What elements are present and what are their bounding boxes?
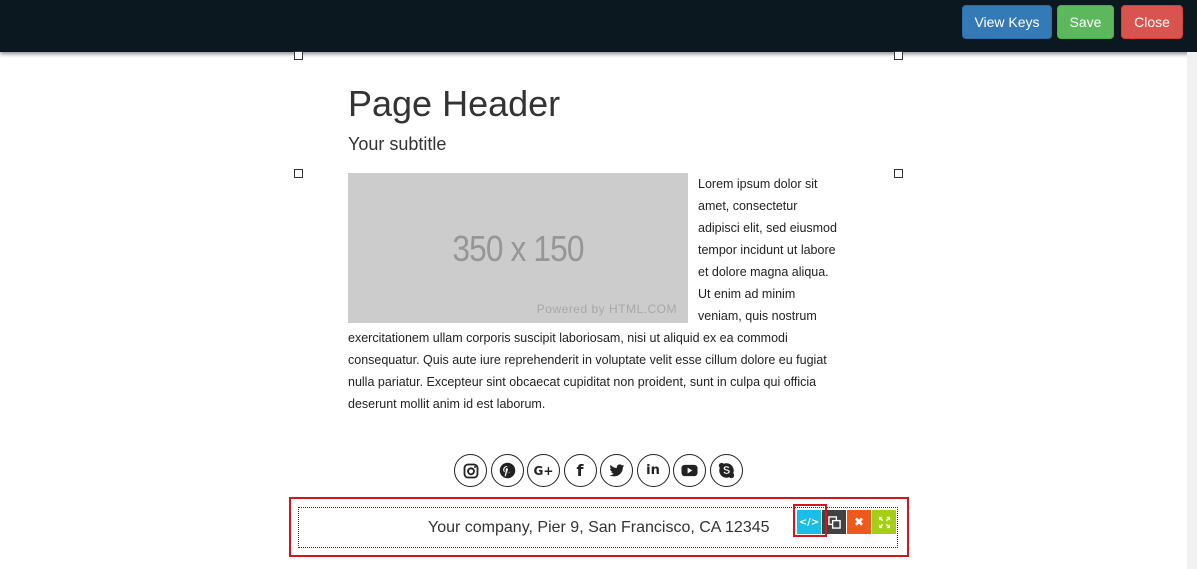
body-text-full: exercitationem ullam corporis suscipit l… bbox=[348, 327, 848, 415]
body-line: consequatur. Quis aute iure reprehenderi… bbox=[348, 353, 827, 367]
resize-handle-top-right[interactable] bbox=[894, 51, 903, 60]
skype-icon[interactable] bbox=[709, 454, 743, 487]
pinterest-icon[interactable] bbox=[490, 454, 524, 487]
delete-icon[interactable]: ✖ bbox=[847, 510, 871, 534]
body-text-side: Lorem ipsum dolor sit amet, consectetur … bbox=[698, 173, 848, 327]
page-title: Page Header bbox=[348, 83, 561, 124]
save-button[interactable]: Save bbox=[1057, 5, 1114, 39]
placeholder-powered-by: Powered by HTML.COM bbox=[536, 302, 677, 316]
body-line: Ut enim ad minim bbox=[698, 287, 796, 301]
close-button[interactable]: Close bbox=[1121, 5, 1183, 39]
youtube-icon[interactable] bbox=[673, 454, 706, 487]
placeholder-image: 350 x 150 Powered by HTML.COM bbox=[348, 173, 688, 323]
body-line: exercitationem ullam corporis suscipit l… bbox=[348, 331, 788, 345]
code-tool-highlight bbox=[793, 504, 827, 537]
body-line: veniam, quis nostrum bbox=[698, 309, 817, 323]
body-line: amet, consectetur bbox=[698, 199, 798, 213]
body-line: deserunt mollit anim id est laborum. bbox=[348, 397, 546, 411]
twitter-icon[interactable] bbox=[600, 454, 633, 487]
linkedin-icon[interactable]: in bbox=[636, 454, 670, 487]
resize-handle-top-left[interactable] bbox=[294, 51, 303, 60]
body-line: Lorem ipsum dolor sit bbox=[698, 177, 818, 191]
placeholder-size-label: 350 x 150 bbox=[452, 228, 584, 269]
facebook-icon[interactable]: f bbox=[563, 454, 597, 487]
editor-toolbar: View Keys Save Close bbox=[0, 0, 1197, 52]
body-line: adipisci elit, sed eiusmod bbox=[698, 221, 837, 235]
resize-handle-bottom-right[interactable] bbox=[894, 169, 903, 178]
footer-address: Your company, Pier 9, San Francisco, CA … bbox=[428, 519, 770, 536]
body-line: et dolore magna aliqua. bbox=[698, 265, 829, 279]
page-subtitle: Your subtitle bbox=[348, 134, 447, 154]
body-line: tempor incidunt ut labore bbox=[698, 243, 836, 257]
google-plus-icon[interactable]: G+ bbox=[527, 454, 560, 487]
instagram-icon[interactable] bbox=[454, 454, 487, 487]
view-keys-button[interactable]: View Keys bbox=[962, 5, 1052, 39]
vertical-scrollbar[interactable] bbox=[1187, 52, 1197, 569]
social-links: G+ f in bbox=[454, 454, 743, 488]
move-icon[interactable] bbox=[872, 510, 896, 534]
body-line: nulla pariatur. Excepteur sint obcaecat … bbox=[348, 375, 817, 389]
resize-handle-bottom-left[interactable] bbox=[294, 169, 303, 178]
